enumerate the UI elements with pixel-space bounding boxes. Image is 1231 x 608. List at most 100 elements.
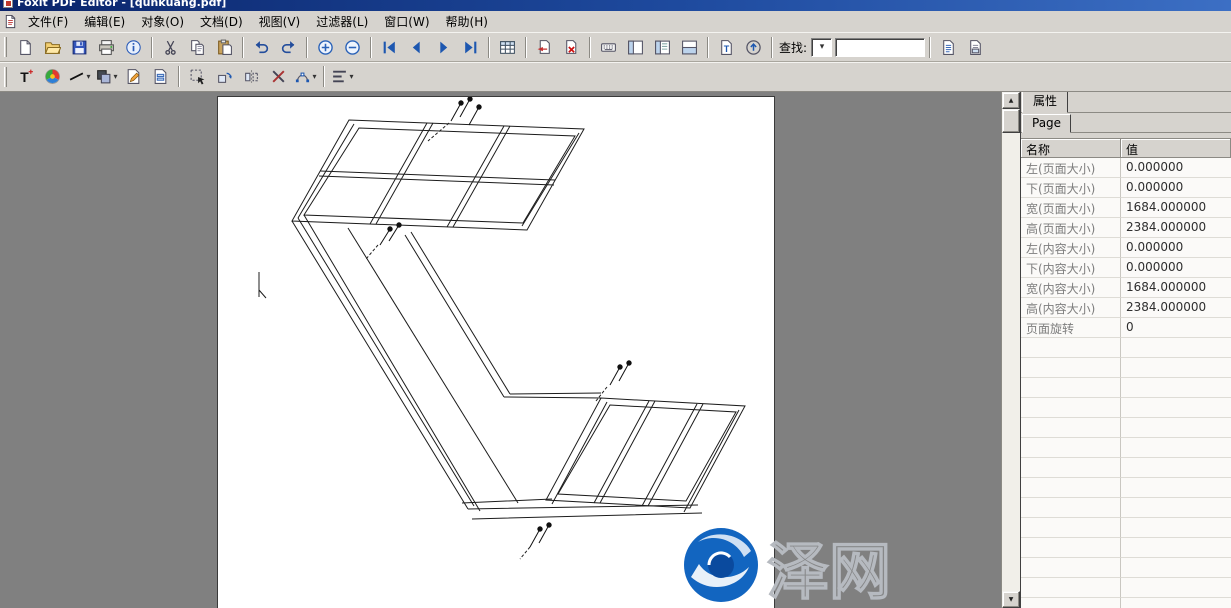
property-value[interactable]: 2384.000000 bbox=[1121, 298, 1231, 318]
scrollbar-thumb[interactable] bbox=[1002, 109, 1020, 133]
document-window-icon[interactable] bbox=[3, 14, 18, 29]
zoom-out-button[interactable] bbox=[339, 35, 366, 60]
property-row[interactable]: 宽(内容大小)1684.000000 bbox=[1021, 278, 1231, 298]
paste-button[interactable] bbox=[211, 35, 238, 60]
import-page-button[interactable] bbox=[531, 35, 558, 60]
node-tool-button[interactable]: ▾ bbox=[292, 64, 319, 89]
property-name: 高(内容大小) bbox=[1021, 298, 1121, 318]
dropdown-arrow-icon: ▾ bbox=[86, 72, 90, 81]
page-grid-button[interactable] bbox=[494, 35, 521, 60]
text-extract-button[interactable]: T bbox=[713, 35, 740, 60]
redo-button[interactable] bbox=[275, 35, 302, 60]
doc-export-button[interactable] bbox=[962, 35, 989, 60]
menu-item-filter[interactable]: 过滤器(L) bbox=[308, 11, 376, 32]
zoom-in-icon bbox=[317, 39, 334, 56]
redo-icon bbox=[280, 39, 297, 56]
save-file-button[interactable] bbox=[66, 35, 93, 60]
menu-item-help[interactable]: 帮助(H) bbox=[438, 11, 496, 32]
property-value[interactable]: 1684.000000 bbox=[1121, 278, 1231, 298]
delete-page-button[interactable] bbox=[558, 35, 585, 60]
doc-summary-button[interactable] bbox=[935, 35, 962, 60]
scrollbar-track[interactable] bbox=[1002, 133, 1020, 591]
document-info-button[interactable] bbox=[120, 35, 147, 60]
page-layout-wide-button[interactable] bbox=[676, 35, 703, 60]
open-file-button[interactable] bbox=[39, 35, 66, 60]
column-header-name[interactable]: 名称 bbox=[1021, 139, 1121, 158]
properties-panel: 属性 Page 名称 值 左(页面大小)0.000000下(页面大小)0.000… bbox=[1020, 92, 1231, 608]
edit-form-button[interactable] bbox=[147, 64, 174, 89]
property-row[interactable]: 左(内容大小)0.000000 bbox=[1021, 238, 1231, 258]
toolbar-separator bbox=[306, 37, 308, 58]
transform-rotate-icon bbox=[216, 68, 233, 85]
menu-item-edit[interactable]: 编辑(E) bbox=[76, 11, 133, 32]
page-layout-split-button[interactable] bbox=[649, 35, 676, 60]
toolbar-objects-items: T ▾ ▾ ▾ ▾ bbox=[12, 64, 356, 89]
property-value[interactable]: 0 bbox=[1121, 318, 1231, 338]
page-layout-left-button[interactable] bbox=[622, 35, 649, 60]
align-tool-button[interactable]: ▾ bbox=[329, 64, 356, 89]
vertical-scrollbar[interactable]: ▲ ▼ bbox=[1001, 92, 1020, 608]
upload-circle-button[interactable] bbox=[740, 35, 767, 60]
scroll-up-button[interactable]: ▲ bbox=[1002, 92, 1020, 109]
page-tab[interactable]: Page bbox=[1022, 114, 1071, 133]
copy-button[interactable] bbox=[184, 35, 211, 60]
menu-item-object[interactable]: 对象(O) bbox=[133, 11, 192, 32]
page-layout-wide-icon bbox=[681, 39, 698, 56]
fill-tool-icon bbox=[95, 68, 112, 85]
properties-tab[interactable]: 属性 bbox=[1022, 92, 1068, 113]
property-value[interactable]: 0.000000 bbox=[1121, 178, 1231, 198]
menu-item-file[interactable]: 文件(F) bbox=[20, 11, 76, 32]
print-button[interactable] bbox=[93, 35, 120, 60]
select-object-button[interactable] bbox=[184, 64, 211, 89]
menu-item-view[interactable]: 视图(V) bbox=[251, 11, 309, 32]
undo-button[interactable] bbox=[248, 35, 275, 60]
toolbar-grip[interactable] bbox=[4, 67, 7, 87]
find-history-dropdown[interactable]: ▾ bbox=[811, 38, 832, 57]
property-value[interactable]: 2384.000000 bbox=[1121, 218, 1231, 238]
tool-cross-button[interactable] bbox=[265, 64, 292, 89]
menu-item-document[interactable]: 文档(D) bbox=[192, 11, 251, 32]
zoom-out-icon bbox=[344, 39, 361, 56]
next-page-button[interactable] bbox=[430, 35, 457, 60]
property-row[interactable]: 高(页面大小)2384.000000 bbox=[1021, 218, 1231, 238]
property-value[interactable]: 1684.000000 bbox=[1121, 198, 1231, 218]
property-row[interactable]: 宽(页面大小)1684.000000 bbox=[1021, 198, 1231, 218]
toolbar-grip[interactable] bbox=[4, 37, 7, 57]
previous-page-button[interactable] bbox=[403, 35, 430, 60]
dropdown-arrow-icon: ▾ bbox=[312, 72, 316, 81]
new-document-button[interactable] bbox=[12, 35, 39, 60]
document-canvas[interactable]: 泽网 bbox=[0, 92, 1001, 608]
property-value[interactable]: 0.000000 bbox=[1121, 238, 1231, 258]
last-page-button[interactable] bbox=[457, 35, 484, 60]
fill-tool-button[interactable]: ▾ bbox=[93, 64, 120, 89]
text-tool-button[interactable]: T bbox=[12, 64, 39, 89]
menu-item-window[interactable]: 窗口(W) bbox=[376, 11, 437, 32]
column-header-value[interactable]: 值 bbox=[1121, 139, 1231, 158]
zoom-in-button[interactable] bbox=[312, 35, 339, 60]
page-layout-left-icon bbox=[627, 39, 644, 56]
property-row[interactable]: 页面旋转0 bbox=[1021, 318, 1231, 338]
save-file-icon bbox=[71, 39, 88, 56]
transform-rotate-button[interactable] bbox=[211, 64, 238, 89]
property-value[interactable]: 0.000000 bbox=[1121, 258, 1231, 278]
cut-button[interactable] bbox=[157, 35, 184, 60]
property-row[interactable]: 高(内容大小)2384.000000 bbox=[1021, 298, 1231, 318]
dropdown-arrow-icon: ▾ bbox=[113, 72, 117, 81]
edit-page-button[interactable] bbox=[120, 64, 147, 89]
transform-flip-button[interactable] bbox=[238, 64, 265, 89]
upload-circle-icon bbox=[745, 39, 762, 56]
line-tool-button[interactable]: ▾ bbox=[66, 64, 93, 89]
color-wheel-button[interactable] bbox=[39, 64, 66, 89]
keyboard-icon bbox=[600, 39, 617, 56]
property-value[interactable]: 0.000000 bbox=[1121, 158, 1231, 178]
property-row[interactable]: 左(页面大小)0.000000 bbox=[1021, 158, 1231, 178]
property-row-empty bbox=[1021, 358, 1231, 378]
scroll-down-button[interactable]: ▼ bbox=[1002, 591, 1020, 608]
pdf-page[interactable] bbox=[217, 96, 775, 608]
find-input[interactable] bbox=[835, 38, 925, 57]
edit-form-icon bbox=[152, 68, 169, 85]
property-row[interactable]: 下(内容大小)0.000000 bbox=[1021, 258, 1231, 278]
first-page-button[interactable] bbox=[376, 35, 403, 60]
property-row[interactable]: 下(页面大小)0.000000 bbox=[1021, 178, 1231, 198]
keyboard-button[interactable] bbox=[595, 35, 622, 60]
